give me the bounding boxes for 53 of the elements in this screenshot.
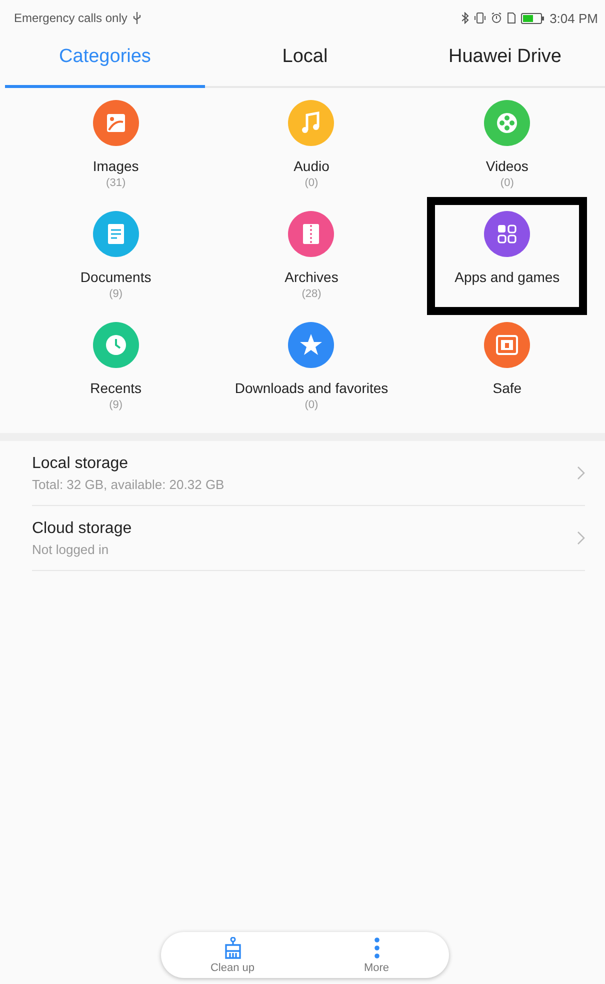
image-icon — [92, 100, 139, 146]
storage-detail: Total: 32 GB, available: 20.32 GB — [32, 476, 224, 492]
clock-text: 3:04 PM — [550, 10, 598, 26]
category-label: Videos — [486, 158, 528, 174]
tab[interactable]: Local — [205, 36, 405, 88]
usb-icon — [133, 12, 142, 24]
category-label: Safe — [492, 380, 522, 396]
category-item[interactable]: Safe — [478, 322, 536, 427]
category-item[interactable]: Recents (9) — [84, 322, 148, 427]
item-count: (9) — [109, 288, 123, 300]
category-label: Apps and games — [454, 269, 560, 285]
apps-grid-icon — [484, 211, 530, 257]
item-count: (9) — [109, 399, 123, 411]
chevron-right-icon — [577, 466, 585, 480]
bluetooth-icon — [462, 12, 469, 24]
storage-title: Cloud storage — [32, 520, 132, 538]
brush-icon — [222, 936, 242, 958]
category-item[interactable]: Documents (9) — [74, 211, 158, 316]
clock-icon — [92, 322, 139, 368]
category-label: Downloads and favorites — [234, 380, 388, 396]
sim-icon — [506, 12, 516, 24]
storage-row[interactable]: Cloud storage Not logged in — [32, 506, 585, 571]
more-icon — [374, 936, 380, 958]
more-button[interactable]: More — [304, 932, 448, 978]
carrier-text: Emergency calls only — [14, 11, 128, 25]
tab[interactable]: Huawei Drive — [405, 36, 605, 88]
category-label: Documents — [80, 269, 152, 285]
alarm-icon — [490, 12, 502, 24]
category-item[interactable]: Audio (0) — [282, 100, 340, 205]
category-item[interactable]: Archives (28) — [278, 211, 344, 316]
category-item[interactable]: Images (31) — [86, 100, 145, 205]
archive-icon — [288, 211, 334, 257]
safe-icon — [484, 322, 530, 368]
category-label: Recents — [90, 380, 142, 396]
battery-icon — [520, 12, 545, 24]
category-label: Audio — [294, 158, 330, 174]
storage-row[interactable]: Local storage Total: 32 GB, available: 20.32 GB — [32, 441, 585, 506]
vibrate-icon — [474, 12, 486, 24]
storage-title: Local storage — [32, 454, 130, 472]
document-icon — [92, 211, 139, 257]
item-count: (0) — [500, 177, 514, 189]
music-note-icon — [288, 100, 334, 146]
category-label: Archives — [284, 269, 338, 285]
storage-detail: Not logged in — [32, 542, 110, 556]
item-count: (0) — [304, 177, 318, 189]
category-item[interactable]: Downloads and favorites (0) — [228, 322, 394, 427]
item-count: (31) — [106, 177, 126, 189]
film-reel-icon — [484, 100, 530, 146]
chevron-right-icon — [577, 531, 585, 545]
clean-up-button[interactable]: Clean up — [160, 932, 304, 978]
item-count: (28) — [302, 288, 322, 300]
item-count: (0) — [304, 399, 318, 411]
category-label: Images — [92, 158, 139, 174]
